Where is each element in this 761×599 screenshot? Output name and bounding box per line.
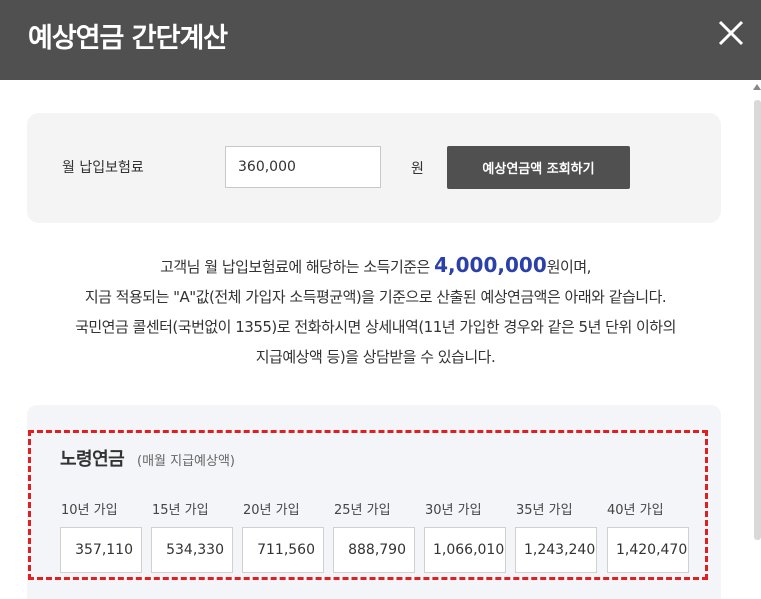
term-label: 20년 가입 [243,503,300,518]
term-label: 30년 가입 [425,503,482,518]
close-button[interactable] [712,14,750,52]
close-icon [718,20,744,46]
term-value-field: 1,066,010 [424,527,506,573]
term-value-field: 711,560 [242,527,324,573]
term-value-field: 357,110 [60,527,142,573]
description-line-3: 국민연금 콜센터(국번없이 1355)로 전화하시면 상세내역(11년 가입한 … [75,318,676,336]
description: 고객님 월 납입보험료에 해당하는 소득기준은 4,000,000원이며, 지금… [0,250,751,372]
term-label: 25년 가입 [334,503,391,518]
income-standard-amount: 4,000,000 [434,253,547,277]
modal-title: 예상연금 간단계산 [28,23,228,54]
term-value-field: 1,243,240 [515,527,597,573]
term-label: 15년 가입 [152,503,209,518]
description-line-1: 고객님 월 납입보험료에 해당하는 소득기준은 4,000,000원이며, [160,253,591,277]
term-label: 10년 가입 [61,503,118,518]
description-line-2: 지금 적용되는 "A"값(전체 가입자 소득평균액)을 기준으로 산출된 예상연… [84,288,667,306]
old-age-pension-title: 노령연금 [60,449,125,470]
term-value-field: 888,790 [333,527,415,573]
description-line-4: 지급예상액 등)을 상담받을 수 있습니다. [255,348,496,366]
term-label: 40년 가입 [607,503,664,518]
scroll-up-arrow-icon[interactable] [753,84,761,90]
premium-label: 월 납입보험료 [62,160,144,176]
term-label: 35년 가입 [516,503,573,518]
modal-header: 예상연금 간단계산 [0,0,761,80]
query-pension-button[interactable]: 예상연금액 조회하기 [447,146,630,189]
premium-input[interactable] [225,146,381,188]
term-value-field: 534,330 [151,527,233,573]
currency-unit: 원 [411,161,424,177]
scrollbar-thumb[interactable] [754,100,761,540]
old-age-pension-subtitle: (매월 지급예상액) [137,454,235,469]
term-value-field: 1,420,470 [607,527,689,573]
